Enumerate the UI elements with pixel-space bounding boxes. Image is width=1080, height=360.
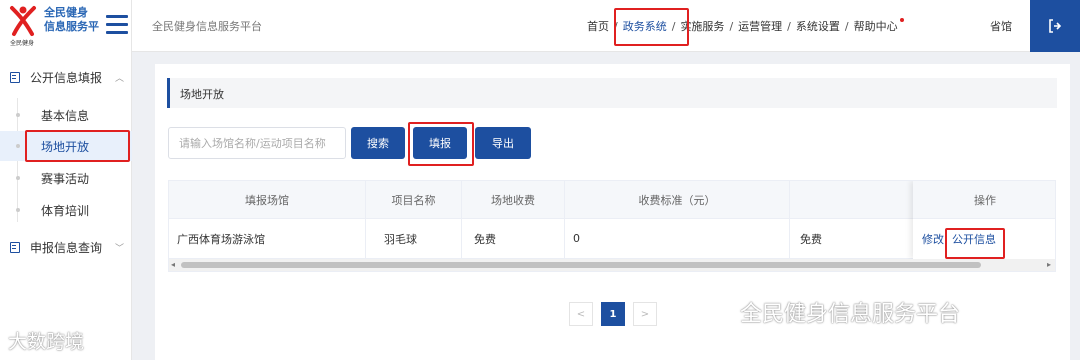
sidebar-item-label: 体育培训 xyxy=(41,203,90,218)
sidebar: 全民健身 信息服务平 全民健身 公开信息填报 ︿ 基本信息 场地开放 赛事活动 … xyxy=(0,0,132,360)
bullet-dot xyxy=(16,176,20,180)
logout-button[interactable] xyxy=(1030,0,1080,52)
fixed-operation-column: 操作 修改 公开信息 xyxy=(913,181,1055,259)
bullet-dot xyxy=(16,208,20,212)
prev-page-button[interactable]: < xyxy=(569,302,593,326)
logo-text-line2: 信息服务平 xyxy=(44,20,99,33)
section-header: 场地开放 xyxy=(167,78,1057,108)
next-page-button[interactable]: > xyxy=(633,302,657,326)
nav-government-system[interactable]: 政务系统 xyxy=(623,20,667,33)
column-header: 填报场馆 xyxy=(169,181,366,218)
search-button[interactable]: 搜索 xyxy=(351,127,405,159)
chevron-down-icon: ﹀ xyxy=(114,243,124,254)
menu-toggle-icon[interactable] xyxy=(106,15,128,35)
nav-home[interactable]: 首页 xyxy=(587,20,609,33)
logo-text-line1: 全民健身 xyxy=(44,6,88,19)
sidebar-item-events[interactable]: 赛事活动 xyxy=(0,163,132,193)
menu-group-public-info[interactable]: 公开信息填报 ︿ xyxy=(0,62,132,92)
search-input[interactable] xyxy=(168,127,346,159)
menu-group-declaration-query[interactable]: 申报信息查询 ﹀ xyxy=(0,232,132,262)
horizontal-scrollbar[interactable]: ◂ ▸ xyxy=(169,259,1055,271)
nav-operations[interactable]: 运营管理 xyxy=(738,20,782,33)
chevron-up-icon: ︿ xyxy=(114,73,124,84)
document-icon xyxy=(10,241,20,253)
bullet-dot xyxy=(16,144,20,148)
column-header: 收费标准（元） xyxy=(565,181,790,218)
brand: 全民健身 信息服务平 全民健身 xyxy=(0,0,132,52)
cell-project: 羽毛球 xyxy=(366,219,462,258)
watermark-brand: 大数跨境 xyxy=(8,331,85,353)
sidebar-item-venue-open[interactable]: 场地开放 xyxy=(0,131,132,161)
sidebar-item-training[interactable]: 体育培训 xyxy=(0,195,132,225)
bullet-dot xyxy=(16,113,20,117)
public-info-link[interactable]: 公开信息 xyxy=(952,231,996,247)
logo-sub: 全民健身 xyxy=(10,40,35,47)
menu-group-label: 公开信息填报 xyxy=(30,70,103,85)
watermark-platform: 全民健身信息服务平台 xyxy=(740,302,961,327)
sidebar-item-label: 基本信息 xyxy=(41,108,90,123)
cell-charge: 免费 xyxy=(462,219,565,258)
column-header: 项目名称 xyxy=(366,181,462,218)
top-nav: 首页 / 政务系统 / 实施服务 / 运营管理 / 系统设置 / 帮助中心 xyxy=(587,18,904,34)
sidebar-item-basic-info[interactable]: 基本信息 xyxy=(0,100,132,130)
platform-title: 全民健身信息服务平台 xyxy=(152,20,262,33)
scroll-thumb[interactable] xyxy=(181,262,981,268)
scroll-right-icon[interactable]: ▸ xyxy=(1047,260,1051,269)
document-icon xyxy=(10,71,20,83)
nav-system-settings[interactable]: 系统设置 xyxy=(796,20,840,33)
logout-icon xyxy=(1049,19,1062,33)
section-title: 场地开放 xyxy=(180,88,224,101)
cell-venue: 广西体育场游泳馆 xyxy=(169,219,366,258)
operation-cell: 修改 公开信息 xyxy=(913,219,1055,259)
cell-standard: 0 xyxy=(565,219,790,258)
logo-icon xyxy=(10,6,36,36)
notification-dot xyxy=(899,18,904,22)
export-button[interactable]: 导出 xyxy=(475,127,531,159)
current-page-button[interactable]: 1 xyxy=(601,302,625,326)
sidebar-item-label: 场地开放 xyxy=(41,139,90,154)
data-table: 填报场馆 项目名称 场地收费 收费标准（元） 开放时 广西体育场游泳馆 羽毛球 … xyxy=(168,180,1056,272)
user-province[interactable]: 省馆 xyxy=(990,18,1012,34)
sidebar-item-label: 赛事活动 xyxy=(41,171,90,186)
nav-help-center[interactable]: 帮助中心 xyxy=(854,20,898,33)
scroll-left-icon[interactable]: ◂ xyxy=(171,260,175,269)
logo-text: 全民健身 信息服务平 xyxy=(44,6,99,34)
edit-link[interactable]: 修改 xyxy=(922,231,944,247)
column-header: 操作 xyxy=(913,181,1055,219)
menu-group-label: 申报信息查询 xyxy=(30,240,103,255)
column-header: 场地收费 xyxy=(462,181,565,218)
nav-implementation-service[interactable]: 实施服务 xyxy=(680,20,724,33)
top-header: 全民健身信息服务平台 首页 / 政务系统 / 实施服务 / 运营管理 / 系统设置 / 帮助中心 省… xyxy=(132,0,1080,52)
fill-button[interactable]: 填报 xyxy=(413,127,467,159)
